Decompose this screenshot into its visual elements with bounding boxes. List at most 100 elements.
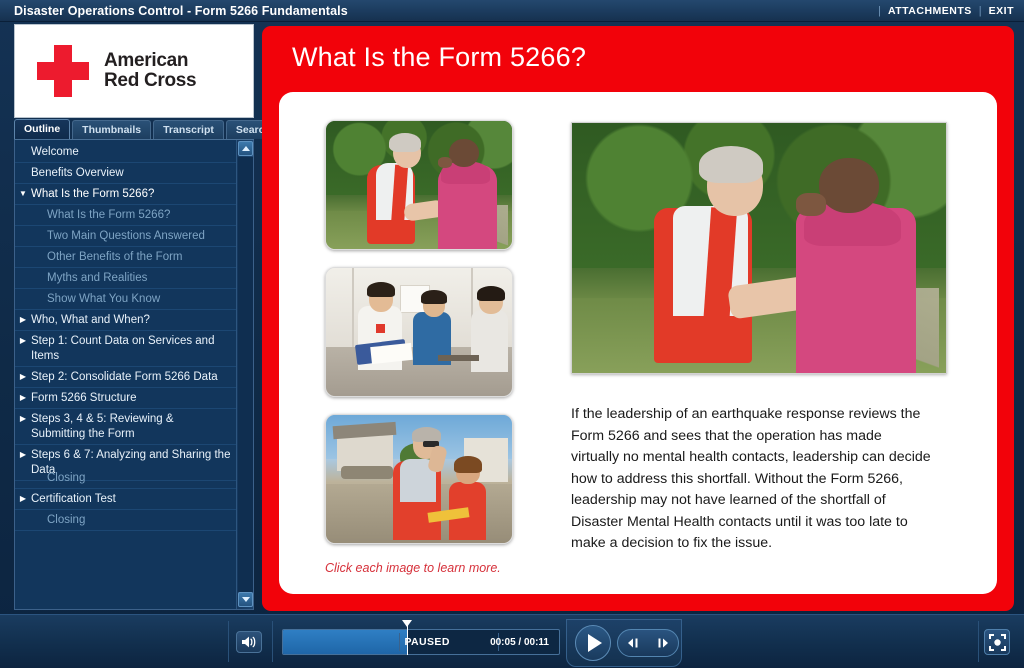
seek-progress-fill <box>283 630 408 654</box>
previous-button[interactable] <box>621 632 645 654</box>
tab-transcript[interactable]: Transcript <box>153 120 224 139</box>
scroll-down-button[interactable] <box>238 592 253 607</box>
outline-item[interactable]: Closing <box>15 510 237 531</box>
outline-item[interactable]: ▶ Who, What and When? <box>15 310 237 331</box>
title-separator-1: | <box>878 4 881 17</box>
photo-volunteer-outdoors-large <box>572 123 946 373</box>
fullscreen-icon <box>988 633 1006 651</box>
chevron-right-icon[interactable]: ▶ <box>15 312 31 328</box>
outline-item[interactable]: Show What You Know <box>15 289 237 310</box>
seek-track[interactable]: PAUSED 00:05 / 00:11 <box>282 629 560 655</box>
thumbnail-column: Click each image to learn more. <box>325 120 521 594</box>
chevron-up-icon <box>241 146 250 151</box>
course-player-window: Disaster Operations Control - Form 5266 … <box>0 0 1024 668</box>
outline-item[interactable]: ▼ What Is the Form 5266? <box>15 184 237 205</box>
chevron-right-icon[interactable]: ▶ <box>15 447 31 463</box>
outline-item-label: Step 2: Consolidate Form 5266 Data <box>31 371 218 383</box>
hero-image <box>571 122 947 374</box>
outline-item[interactable]: Other Benefits of the Form <box>15 247 237 268</box>
outline-scrollbar[interactable] <box>236 140 253 609</box>
outline-item-label: Show What You Know <box>47 293 161 305</box>
outline-item[interactable]: Closing <box>15 468 237 489</box>
outline-item-label: Who, What and When? <box>31 314 150 326</box>
title-bar-actions: | ATTACHMENTS | EXIT <box>871 5 1014 17</box>
fullscreen-button[interactable] <box>984 629 1010 655</box>
slide-frame: What Is the Form 5266? Click each image … <box>262 26 1014 611</box>
photo-damage-assessment <box>326 415 512 543</box>
chevron-right-icon[interactable]: ▶ <box>15 491 31 507</box>
chevron-down-icon[interactable]: ▼ <box>15 186 31 202</box>
transport-controls <box>566 619 682 667</box>
red-cross-icon <box>37 45 89 97</box>
slide-main-column: If the leadership of an earthquake respo… <box>521 120 971 594</box>
outline-item[interactable]: Welcome <box>15 142 237 163</box>
outline-item[interactable]: ▶ Steps 3, 4 & 5: Reviewing & Submitting … <box>15 409 237 445</box>
player-control-bar: PAUSED 00:05 / 00:11 <box>0 614 1024 668</box>
scrollbar-track[interactable] <box>238 157 253 592</box>
seek-bar[interactable]: PAUSED 00:05 / 00:11 <box>282 620 560 655</box>
outline-panel: Welcome Benefits Overview ▼ What Is the For… <box>14 140 254 610</box>
speaker-icon <box>242 636 256 648</box>
chevron-right-icon[interactable]: ▶ <box>15 369 31 385</box>
navigation-panel: American Red Cross Outline Thumbnails Tr… <box>14 24 281 612</box>
play-icon <box>587 634 602 652</box>
outline-item[interactable]: Benefits Overview <box>15 163 237 184</box>
outline-item[interactable]: Myths and Realities <box>15 268 237 289</box>
play-button[interactable] <box>575 625 611 661</box>
outline-item-label: Myths and Realities <box>47 272 148 284</box>
volume-button[interactable] <box>236 631 262 653</box>
scroll-up-button[interactable] <box>238 141 253 156</box>
slide-content-card: Click each image to learn more. If the l… <box>279 92 997 594</box>
instruction-caption: Click each image to learn more. <box>325 561 501 575</box>
outline-item-label: Closing <box>47 514 86 526</box>
american-red-cross-logo: American Red Cross <box>14 24 254 118</box>
outline-item-label: Steps 3, 4 & 5: Reviewing & Submitting t… <box>31 413 174 440</box>
seek-tick-1 <box>398 633 400 651</box>
divider-right <box>978 621 979 662</box>
step-forward-icon <box>658 638 668 648</box>
outline-item-label: Two Main Questions Answered <box>47 230 205 242</box>
playback-status: PAUSED <box>404 636 450 648</box>
next-button[interactable] <box>651 632 675 654</box>
photo-volunteer-outdoors <box>326 121 512 249</box>
photo-shelter-interview <box>326 268 512 396</box>
step-back-icon <box>628 638 638 648</box>
slide-body-text: If the leadership of an earthquake respo… <box>571 406 931 552</box>
step-button-group <box>617 629 679 657</box>
seek-playhead[interactable] <box>402 620 413 655</box>
outline-item[interactable]: ▶ Step 1: Count Data on Services and Item… <box>15 331 237 367</box>
outline-item-label: Benefits Overview <box>31 167 124 179</box>
outline-item-label: Form 5266 Structure <box>31 392 137 404</box>
tab-thumbnails[interactable]: Thumbnails <box>72 120 152 139</box>
outline-item[interactable]: Two Main Questions Answered <box>15 226 237 247</box>
outline-item-label: What Is the Form 5266? <box>47 209 171 221</box>
title-bar: Disaster Operations Control - Form 5266 … <box>0 0 1024 22</box>
divider-left <box>228 621 229 662</box>
logo-line-2: Red Cross <box>104 70 197 91</box>
outline-item[interactable]: ▶ Step 2: Consolidate Form 5266 Data <box>15 367 237 388</box>
outline-item-label: Closing <box>47 472 86 484</box>
panel-tabs: Outline Thumbnails Transcript Search <box>14 119 281 140</box>
outline-item[interactable]: ▶ Certification Test <box>15 489 237 510</box>
outline-item-label: Other Benefits of the Form <box>47 251 183 263</box>
chevron-right-icon[interactable]: ▶ <box>15 390 31 406</box>
thumbnail-2[interactable] <box>325 267 513 397</box>
outline-item-label: Welcome <box>31 146 79 158</box>
attachments-link[interactable]: ATTACHMENTS <box>888 5 972 17</box>
logo-wordmark: American Red Cross <box>104 50 197 92</box>
chevron-right-icon[interactable]: ▶ <box>15 333 31 349</box>
slide-title: What Is the Form 5266? <box>292 41 587 72</box>
thumbnail-1[interactable] <box>325 120 513 250</box>
chevron-down-icon <box>241 597 250 602</box>
chevron-right-icon[interactable]: ▶ <box>15 411 31 427</box>
outline-item[interactable]: What Is the Form 5266? <box>15 205 237 226</box>
outline-list: Welcome Benefits Overview ▼ What Is the For… <box>15 140 237 531</box>
course-title: Disaster Operations Control - Form 5266 … <box>14 3 348 18</box>
tab-outline[interactable]: Outline <box>14 119 71 139</box>
thumbnail-3[interactable] <box>325 414 513 544</box>
outline-item[interactable]: ▶ Form 5266 Structure <box>15 388 237 409</box>
playback-time: 00:05 / 00:11 <box>490 636 549 648</box>
title-separator-2: | <box>978 4 982 17</box>
exit-link[interactable]: EXIT <box>989 5 1014 17</box>
divider-volume <box>272 621 273 662</box>
